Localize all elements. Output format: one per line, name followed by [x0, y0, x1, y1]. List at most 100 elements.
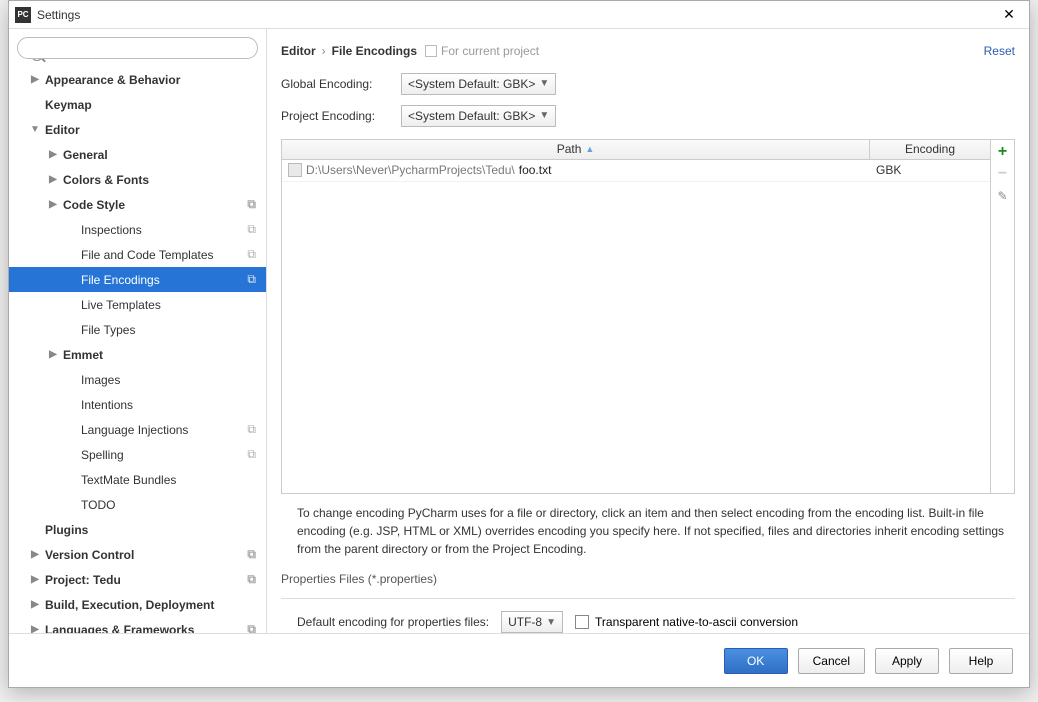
tree-arrow-icon: ▶ — [29, 549, 41, 560]
tree-item-intentions[interactable]: Intentions — [9, 392, 266, 417]
cancel-button-label: Cancel — [813, 654, 850, 668]
tree-item-label: TextMate Bundles — [81, 473, 176, 487]
help-text: To change encoding PyCharm uses for a fi… — [297, 504, 1011, 558]
project-scope-hint: For current project — [425, 44, 539, 58]
tree-item-label: Intentions — [81, 398, 133, 412]
tree-item-label: Appearance & Behavior — [45, 73, 180, 87]
global-encoding-value: <System Default: GBK> — [408, 77, 535, 91]
tree-item-label: Inspections — [81, 223, 142, 237]
table-body: D:\Users\Never\PycharmProjects\Tedu\foo.… — [282, 160, 990, 493]
project-encoding-dropdown[interactable]: <System Default: GBK> ▼ — [401, 105, 556, 127]
project-badge-icon: ⧉ — [247, 222, 256, 237]
tree-item-textmate-bundles[interactable]: TextMate Bundles — [9, 467, 266, 492]
project-encoding-row: Project Encoding: <System Default: GBK> … — [281, 105, 1015, 127]
reset-link[interactable]: Reset — [984, 44, 1015, 58]
cell-path: D:\Users\Never\PycharmProjects\Tedu\foo.… — [282, 163, 870, 177]
table-toolbar: + − ✎ — [990, 140, 1014, 493]
ok-button-label: OK — [747, 654, 764, 668]
tree-item-build-execution-deployment[interactable]: ▶ Build, Execution, Deployment — [9, 592, 266, 617]
edit-row-button[interactable]: ✎ — [995, 188, 1011, 204]
column-header-path-label: Path — [557, 142, 582, 156]
search-input[interactable] — [17, 37, 258, 59]
tree-item-colors-fonts[interactable]: ▶Colors & Fonts — [9, 167, 266, 192]
project-scope-icon — [425, 45, 437, 57]
tree-item-code-style[interactable]: ▶Code Style⧉ — [9, 192, 266, 217]
tree-item-keymap[interactable]: Keymap — [9, 92, 266, 117]
tree-item-project-tedu[interactable]: ▶Project: Tedu⧉ — [9, 567, 266, 592]
help-button-label: Help — [969, 654, 994, 668]
tree-arrow-icon: ▶ — [29, 599, 41, 610]
table-row[interactable]: D:\Users\Never\PycharmProjects\Tedu\foo.… — [282, 160, 990, 182]
encoding-table: Path ▲ Encoding D:\Users\Never\PycharmPr… — [282, 140, 990, 493]
breadcrumb-separator: › — [322, 44, 326, 58]
tree-item-label: Build, Execution, Deployment — [45, 598, 214, 612]
tree-item-label: Live Templates — [81, 298, 161, 312]
content-panel: Editor › File Encodings For current proj… — [267, 29, 1029, 633]
tree-arrow-icon: ▶ — [47, 349, 59, 360]
properties-section-title: Properties Files (*.properties) — [281, 572, 1015, 588]
encoding-table-wrap: Path ▲ Encoding D:\Users\Never\PycharmPr… — [281, 139, 1015, 494]
tree-arrow-icon: ▶ — [29, 74, 41, 85]
window-title: Settings — [37, 8, 995, 22]
settings-tree[interactable]: ▶Appearance & BehaviorKeymap▼Editor▶Gene… — [9, 67, 266, 633]
tree-arrow-icon: ▶ — [29, 624, 41, 633]
transparent-ascii-label: Transparent native-to-ascii conversion — [595, 615, 798, 629]
default-properties-encoding-dropdown[interactable]: UTF-8 ▼ — [501, 611, 563, 633]
column-header-path[interactable]: Path ▲ — [282, 140, 870, 159]
transparent-ascii-checkbox[interactable]: Transparent native-to-ascii conversion — [575, 615, 798, 629]
global-encoding-row: Global Encoding: <System Default: GBK> ▼ — [281, 73, 1015, 95]
default-properties-encoding-label: Default encoding for properties files: — [297, 615, 489, 629]
cell-path-file: foo.txt — [519, 163, 552, 177]
tree-item-file-encodings[interactable]: File Encodings⧉ — [9, 267, 266, 292]
tree-item-version-control[interactable]: ▶ Version Control ⧉ — [9, 542, 266, 567]
settings-dialog: PC Settings ✕ ▶Appearance & BehaviorKeym… — [8, 0, 1030, 688]
search-wrap — [9, 29, 266, 67]
chevron-down-icon: ▼ — [546, 617, 556, 628]
tree-item-label: General — [63, 148, 108, 162]
tree-item-label: Code Style — [63, 198, 125, 212]
tree-item-label: Languages & Frameworks — [45, 623, 194, 634]
divider — [281, 598, 1015, 599]
tree-item-label: Keymap — [45, 98, 92, 112]
help-button[interactable]: Help — [949, 648, 1013, 674]
global-encoding-dropdown[interactable]: <System Default: GBK> ▼ — [401, 73, 556, 95]
apply-button[interactable]: Apply — [875, 648, 939, 674]
properties-section: Properties Files (*.properties) Default … — [281, 572, 1015, 633]
cell-encoding[interactable]: GBK — [870, 163, 990, 177]
breadcrumb: Editor › File Encodings For current proj… — [281, 39, 1015, 63]
tree-item-emmet[interactable]: ▶ Emmet — [9, 342, 266, 367]
tree-item-language-injections[interactable]: Language Injections⧉ — [9, 417, 266, 442]
tree-item-file-types[interactable]: File Types — [9, 317, 266, 342]
tree-item-images[interactable]: Images — [9, 367, 266, 392]
tree-item-label: Emmet — [63, 348, 103, 362]
tree-item-spelling[interactable]: Spelling⧉ — [9, 442, 266, 467]
tree-arrow-icon: ▶ — [47, 174, 59, 185]
breadcrumb-part2: File Encodings — [332, 44, 417, 58]
tree-item-plugins[interactable]: Plugins — [9, 517, 266, 542]
tree-arrow-icon: ▶ — [29, 574, 41, 585]
tree-item-inspections[interactable]: Inspections ⧉ — [9, 217, 266, 242]
tree-item-live-templates[interactable]: Live Templates — [9, 292, 266, 317]
add-row-button[interactable]: + — [995, 144, 1011, 160]
tree-item-languages-frameworks[interactable]: ▶Languages & Frameworks⧉ — [9, 617, 266, 633]
tree-arrow-icon: ▼ — [29, 124, 41, 135]
dialog-body: ▶Appearance & BehaviorKeymap▼Editor▶Gene… — [9, 29, 1029, 633]
project-badge-icon: ⧉ — [247, 197, 256, 212]
tree-item-todo[interactable]: TODO — [9, 492, 266, 517]
tree-item-editor[interactable]: ▼Editor — [9, 117, 266, 142]
column-header-encoding[interactable]: Encoding — [870, 140, 990, 159]
chevron-down-icon: ▼ — [539, 110, 549, 121]
tree-item-label: File Encodings — [81, 273, 160, 287]
cancel-button[interactable]: Cancel — [798, 648, 865, 674]
window-close-button[interactable]: ✕ — [995, 1, 1023, 29]
tree-item-appearance-behavior[interactable]: ▶ Appearance & Behavior — [9, 67, 266, 92]
project-badge-icon: ⧉ — [247, 422, 256, 437]
tree-item-label: Spelling — [81, 448, 124, 462]
project-badge-icon: ⧉ — [247, 547, 256, 562]
tree-item-file-and-code-templates[interactable]: File and Code Templates⧉ — [9, 242, 266, 267]
remove-row-button[interactable]: − — [995, 166, 1011, 182]
tree-item-label: Version Control — [45, 548, 134, 562]
ok-button[interactable]: OK — [724, 648, 788, 674]
tree-item-general[interactable]: ▶General — [9, 142, 266, 167]
column-header-encoding-label: Encoding — [905, 142, 955, 156]
